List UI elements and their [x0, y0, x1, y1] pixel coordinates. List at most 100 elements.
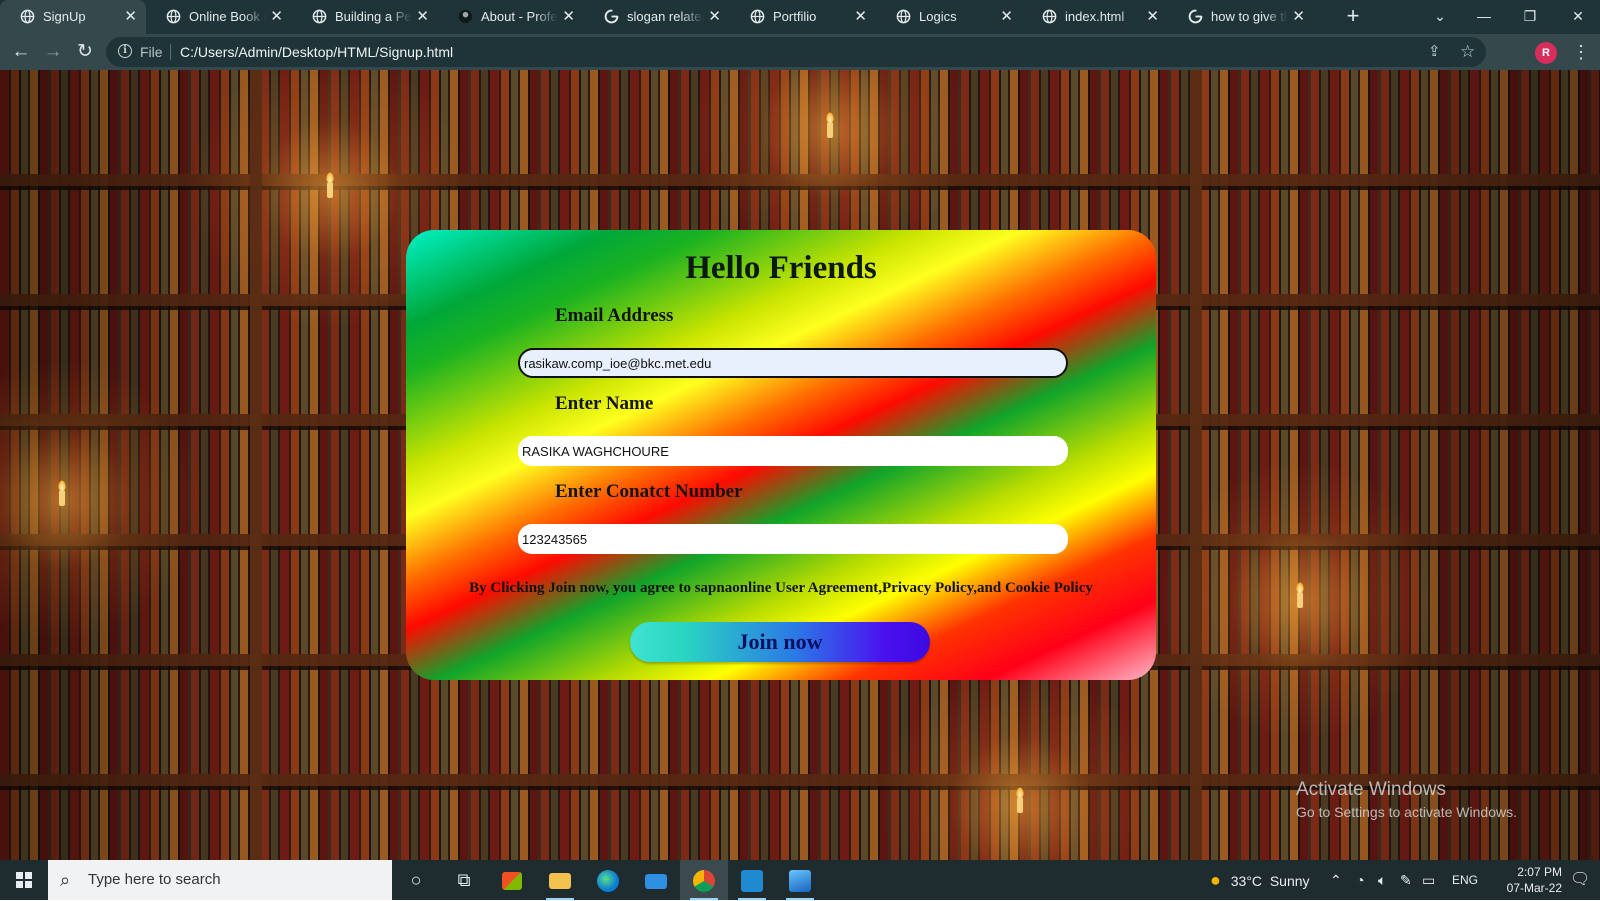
close-tab-icon[interactable]: ✕ — [1292, 0, 1305, 34]
pen-icon[interactable]: ✎ — [1400, 860, 1412, 900]
system-clock[interactable]: 2:07 PM 07-Mar-22 — [1482, 864, 1562, 896]
weather-text: 33°C Sunny — [1230, 873, 1310, 889]
back-button[interactable]: ← — [8, 39, 34, 65]
bookmark-star-icon[interactable]: ☆ — [1460, 37, 1475, 67]
email-field[interactable] — [518, 348, 1068, 378]
tab-label: slogan related to — [627, 9, 704, 24]
photos-icon[interactable] — [776, 860, 824, 900]
close-tab-icon[interactable]: ✕ — [562, 0, 575, 34]
candle-decoration — [826, 112, 834, 138]
search-placeholder: Type here to search — [88, 871, 221, 888]
close-tab-icon[interactable]: ✕ — [708, 0, 721, 34]
globe-icon — [750, 9, 765, 24]
google-icon — [604, 9, 619, 24]
tab-label: how to give the — [1211, 9, 1288, 24]
file-explorer-icon[interactable] — [536, 860, 584, 900]
address-bar[interactable]: i File C:/Users/Admin/Desktop/HTML/Signu… — [106, 37, 1486, 67]
windows-taskbar: ⌕ Type here to search ○ ⧉ ● 33°C Sunny ⌃… — [0, 860, 1600, 900]
language-indicator[interactable]: ENG — [1452, 860, 1478, 900]
browser-menu-icon[interactable]: ⋮ — [1572, 39, 1590, 65]
globe-icon — [1042, 9, 1057, 24]
new-tab-button[interactable]: + — [1340, 0, 1366, 34]
candle-decoration — [58, 480, 66, 506]
name-label: Enter Name — [555, 393, 654, 414]
tab-strip: SignUp ✕ Online Book store ✕ Building a … — [0, 0, 1600, 34]
url-text[interactable]: C:/Users/Admin/Desktop/HTML/Signup.html — [180, 37, 453, 67]
close-tab-icon[interactable]: ✕ — [1000, 0, 1013, 34]
chrome-icon[interactable] — [680, 860, 728, 900]
tab-label: SignUp — [43, 9, 86, 24]
name-field[interactable] — [518, 436, 1068, 466]
globe-icon — [312, 9, 327, 24]
share-icon[interactable]: ⇪ — [1428, 37, 1441, 67]
reload-button[interactable]: ↻ — [72, 39, 98, 65]
show-hidden-icons-chevron-icon[interactable]: ⌃ — [1330, 860, 1342, 900]
agreement-text: By Clicking Join now, you agree to sapna… — [469, 580, 1093, 596]
tab-signup[interactable]: SignUp ✕ — [0, 0, 146, 34]
tab-search-chevron-icon[interactable]: ⌄ — [1418, 0, 1462, 34]
tab-label: index.html — [1065, 9, 1125, 24]
globe-icon — [896, 9, 911, 24]
task-view-icon[interactable]: ⧉ — [440, 860, 488, 900]
tab-about-professional[interactable]: About - Professional ✕ — [438, 0, 584, 34]
sun-icon: ● — [1210, 870, 1221, 890]
edge-browser-icon[interactable] — [584, 860, 632, 900]
battery-icon[interactable]: ▭ — [1422, 860, 1435, 900]
browser-toolbar: ← → ↻ i File C:/Users/Admin/Desktop/HTML… — [0, 34, 1600, 70]
tab-label: About - Professional — [481, 9, 558, 24]
network-icon[interactable]: ◔ — [1356, 860, 1364, 900]
weather-widget[interactable]: ● 33°C Sunny — [1210, 860, 1310, 900]
clock-date: 07-Mar-22 — [1506, 881, 1562, 895]
close-tab-icon[interactable]: ✕ — [124, 0, 137, 34]
notifications-icon[interactable]: 🗨︎ — [1570, 860, 1590, 900]
page-background: Hello Friends Email Address Enter Name E… — [0, 70, 1600, 860]
search-icon: ⌕ — [60, 870, 71, 890]
globe-icon — [166, 9, 181, 24]
signup-form: Hello Friends Email Address Enter Name E… — [406, 230, 1156, 680]
activate-windows-watermark: Activate Windows Go to Settings to activ… — [1296, 778, 1517, 822]
forward-button[interactable]: → — [40, 39, 66, 65]
close-tab-icon[interactable]: ✕ — [270, 0, 283, 34]
join-now-button[interactable]: Join now — [630, 622, 930, 662]
tab-portfilio[interactable]: Portfilio ✕ — [730, 0, 876, 34]
cortana-circle-icon[interactable]: ○ — [392, 860, 440, 900]
url-scheme: File — [140, 44, 163, 60]
candle-decoration — [1296, 582, 1304, 608]
taskbar-search-box[interactable]: ⌕ Type here to search — [48, 860, 392, 900]
tab-online-book-store[interactable]: Online Book store ✕ — [146, 0, 292, 34]
close-tab-icon[interactable]: ✕ — [416, 0, 429, 34]
mail-icon[interactable] — [632, 860, 680, 900]
profile-avatar[interactable]: R — [1535, 42, 1557, 64]
windows-logo-icon — [16, 872, 32, 888]
tab-slogan-related[interactable]: slogan related to ✕ — [584, 0, 730, 34]
start-button[interactable] — [0, 860, 48, 900]
tab-label: Building a Personal — [335, 9, 412, 24]
tab-how-to-give[interactable]: how to give the ✕ — [1168, 0, 1314, 34]
volume-icon[interactable]: 🔈︎ — [1378, 860, 1386, 900]
candle-decoration — [1016, 787, 1024, 813]
site-info-icon[interactable]: i — [118, 44, 132, 58]
globe-icon — [20, 9, 35, 24]
microsoft-store-icon[interactable] — [488, 860, 536, 900]
close-tab-icon[interactable]: ✕ — [1146, 0, 1159, 34]
contact-number-field[interactable] — [518, 524, 1068, 554]
tab-label: Portfilio — [773, 9, 817, 24]
tab-label: Online Book store — [189, 9, 266, 24]
profile-favicon-icon — [458, 9, 473, 24]
vscode-icon[interactable] — [728, 860, 776, 900]
candle-decoration — [326, 172, 334, 198]
tab-label: Logics — [919, 9, 957, 24]
page-title: Hello Friends — [685, 250, 877, 286]
close-tab-icon[interactable]: ✕ — [854, 0, 867, 34]
tab-building-personal[interactable]: Building a Personal ✕ — [292, 0, 438, 34]
watermark-subtitle: Go to Settings to activate Windows. — [1296, 804, 1517, 820]
watermark-title: Activate Windows — [1296, 779, 1446, 800]
minimize-button[interactable]: — — [1462, 0, 1506, 34]
restore-button[interactable]: ❐ — [1508, 0, 1552, 34]
google-icon — [1188, 9, 1203, 24]
clock-time: 2:07 PM — [1517, 865, 1562, 879]
close-window-button[interactable]: ✕ — [1556, 0, 1600, 34]
contact-label: Enter Conatct Number — [555, 481, 743, 502]
tab-index-html[interactable]: index.html ✕ — [1022, 0, 1168, 34]
tab-logics[interactable]: Logics ✕ — [876, 0, 1022, 34]
